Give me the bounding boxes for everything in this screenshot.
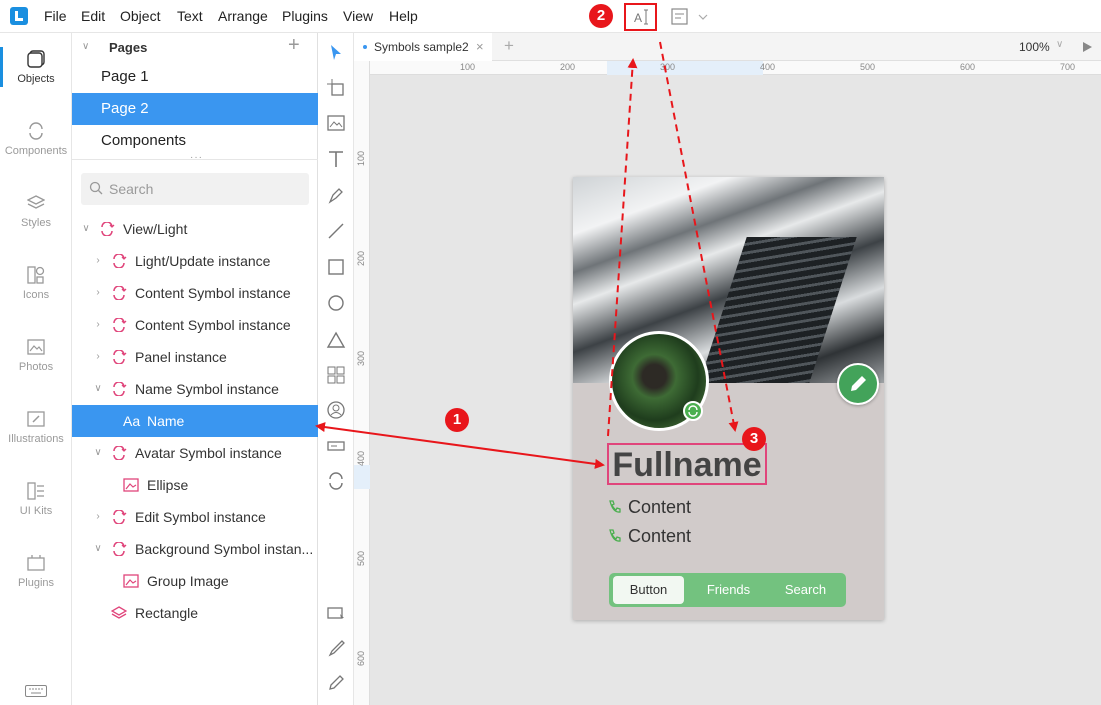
annotation-arrow-2 — [607, 58, 638, 437]
annotation-badge-1: 1 — [445, 408, 469, 432]
annotation-arrow-3 — [659, 41, 739, 432]
annotation-badge-2: 2 — [589, 4, 613, 28]
annotation-arrows — [315, 41, 739, 469]
annotation-arrow-1 — [315, 422, 605, 469]
annotation-badge-3: 3 — [742, 427, 766, 451]
